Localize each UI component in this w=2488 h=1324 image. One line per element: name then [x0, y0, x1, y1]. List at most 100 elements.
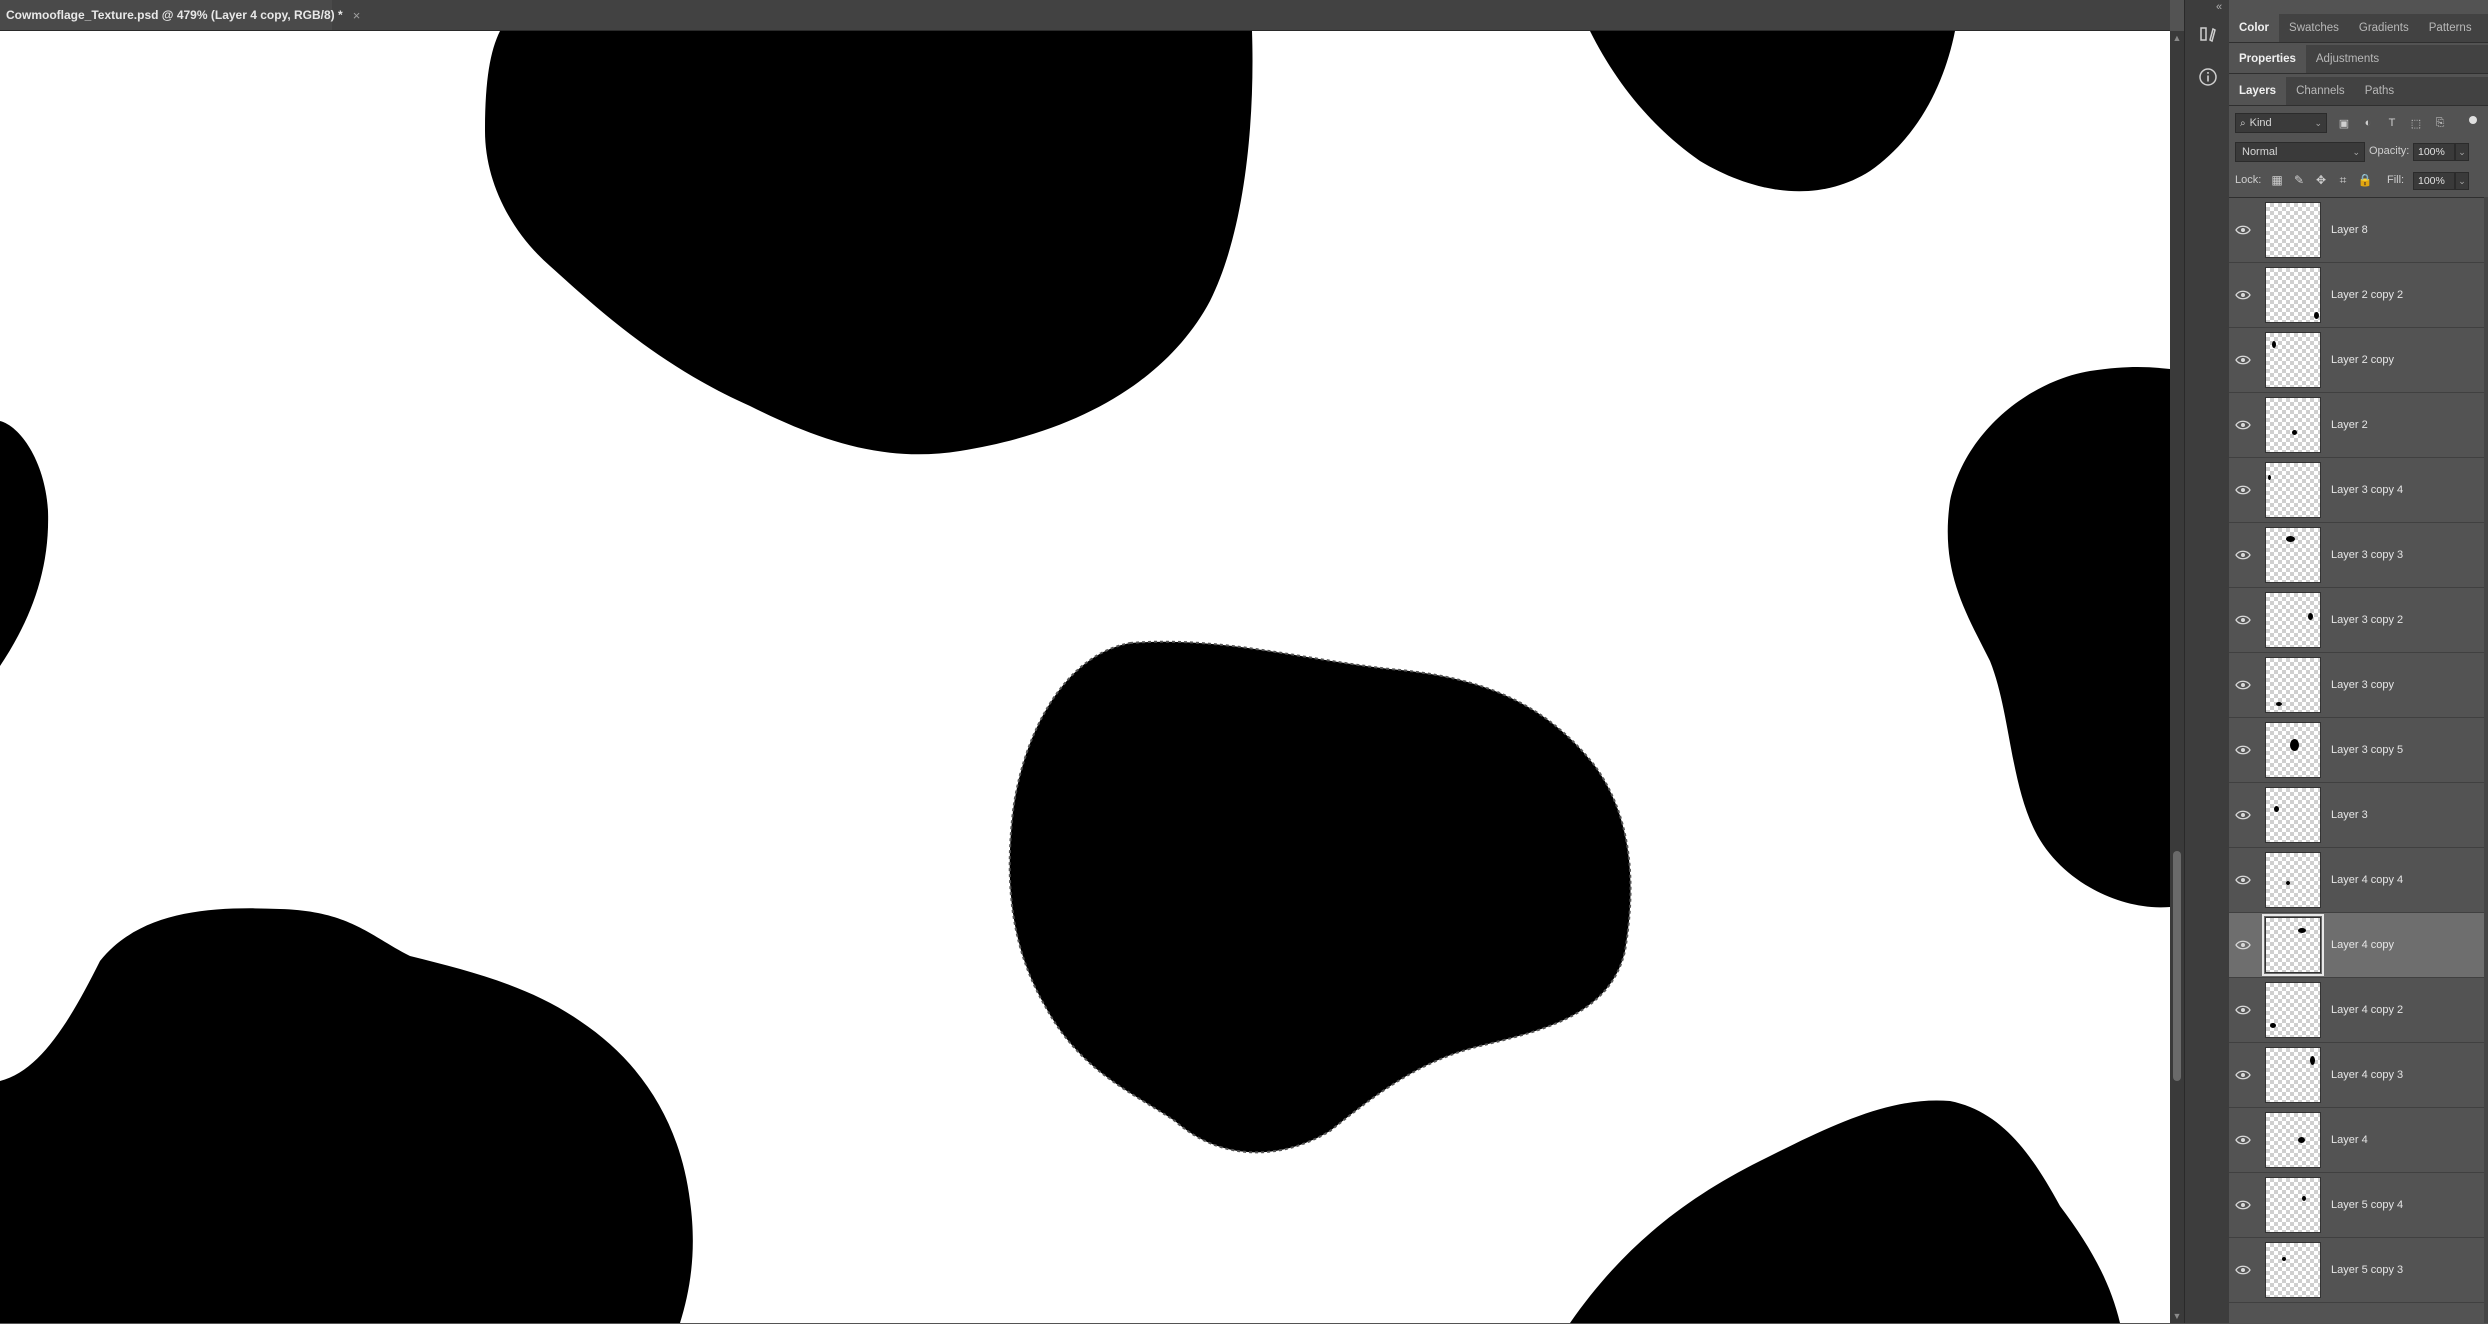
eye-icon[interactable]: [2229, 679, 2257, 691]
layer-row[interactable]: Layer 4: [2229, 1108, 2488, 1173]
eye-icon[interactable]: [2229, 1069, 2257, 1081]
eye-icon[interactable]: [2229, 744, 2257, 756]
scroll-down-icon[interactable]: ▼: [2170, 1309, 2184, 1323]
document-tab[interactable]: Cowmooflage_Texture.psd @ 479% (Layer 4 …: [0, 0, 360, 30]
color-panel-tabs: Color Swatches Gradients Patterns: [2229, 14, 2488, 43]
layer-thumbnail: [2265, 267, 2321, 323]
layer-filter-select[interactable]: ⌕ Kind ⌄: [2235, 113, 2327, 133]
shape-filter-icon[interactable]: ⬚: [2407, 113, 2425, 133]
brush-settings-icon[interactable]: [2195, 22, 2221, 48]
eye-icon[interactable]: [2229, 354, 2257, 366]
lock-icons: ▦ ✎ ✥ ⌗ 🔒: [2269, 172, 2373, 188]
layer-thumbnail: [2265, 657, 2321, 713]
tab-paths[interactable]: Paths: [2355, 77, 2404, 105]
layer-name: Layer 3 copy 3: [2331, 549, 2404, 561]
cow-spot-top: [485, 31, 1253, 455]
cow-spot-top-right: [1590, 31, 1955, 192]
tab-adjustments[interactable]: Adjustments: [2306, 45, 2389, 73]
layer-name: Layer 5 copy 4: [2331, 1199, 2404, 1211]
scroll-up-icon[interactable]: ▲: [2170, 31, 2184, 45]
fill-field[interactable]: 100%: [2413, 172, 2455, 190]
lock-all-icon[interactable]: 🔒: [2357, 172, 2373, 188]
layer-thumbnail: [2265, 527, 2321, 583]
eye-icon[interactable]: [2229, 874, 2257, 886]
eye-icon[interactable]: [2229, 614, 2257, 626]
layer-row[interactable]: Layer 2 copy: [2229, 328, 2488, 393]
layer-name: Layer 4 copy 2: [2331, 1004, 2404, 1016]
opacity-field[interactable]: 100%: [2413, 143, 2455, 161]
canvas-artwork: [0, 31, 2170, 1323]
layer-thumbnail: [2265, 1112, 2321, 1168]
layer-name: Layer 8: [2331, 224, 2368, 236]
tab-layers[interactable]: Layers: [2229, 77, 2287, 105]
eye-icon[interactable]: [2229, 1004, 2257, 1016]
layer-thumbnail: [2265, 397, 2321, 453]
layer-row[interactable]: Layer 4 copy 2: [2229, 978, 2488, 1043]
tab-color[interactable]: Color: [2229, 14, 2280, 42]
layer-thumbnail: [2265, 852, 2321, 908]
eye-icon[interactable]: [2229, 289, 2257, 301]
layer-name: Layer 4 copy 4: [2331, 874, 2404, 886]
tab-gradients[interactable]: Gradients: [2349, 14, 2419, 42]
layer-row[interactable]: Layer 3 copy 4: [2229, 458, 2488, 523]
collapse-panels-icon[interactable]: «: [2212, 0, 2226, 14]
lock-position-icon[interactable]: ✥: [2313, 172, 2329, 188]
layer-row[interactable]: Layer 5 copy 4: [2229, 1173, 2488, 1238]
layer-name: Layer 3 copy: [2331, 679, 2394, 691]
layer-row[interactable]: Layer 5 copy 3: [2229, 1238, 2488, 1303]
canvas-scrollbar[interactable]: ▲ ▼: [2170, 31, 2184, 1323]
tab-swatches[interactable]: Swatches: [2279, 14, 2349, 42]
layers-list[interactable]: Layer 8 Layer 2 copy 2 Layer 2 copy Laye…: [2229, 197, 2488, 1324]
lock-artboard-icon[interactable]: ⌗: [2335, 172, 2351, 188]
layer-thumbnail: [2265, 1177, 2321, 1233]
lock-label: Lock:: [2235, 174, 2262, 186]
layer-row[interactable]: Layer 2: [2229, 393, 2488, 458]
tab-properties[interactable]: Properties: [2229, 45, 2306, 73]
panel-icon-strip: [2184, 0, 2230, 1323]
eye-icon[interactable]: [2229, 419, 2257, 431]
tab-patterns[interactable]: Patterns: [2419, 14, 2482, 42]
eye-icon[interactable]: [2229, 1264, 2257, 1276]
layer-row[interactable]: Layer 3 copy 3: [2229, 523, 2488, 588]
layer-row-selected[interactable]: Layer 4 copy: [2229, 913, 2488, 978]
lock-transparent-pixels-icon[interactable]: ▦: [2269, 172, 2285, 188]
layer-row[interactable]: Layer 4 copy 3: [2229, 1043, 2488, 1108]
layer-row[interactable]: Layer 3 copy 5: [2229, 718, 2488, 783]
eye-icon[interactable]: [2229, 549, 2257, 561]
lock-image-pixels-icon[interactable]: ✎: [2291, 172, 2307, 188]
document-title: Cowmooflage_Texture.psd @ 479% (Layer 4 …: [6, 8, 343, 22]
fill-label: Fill:: [2387, 174, 2405, 186]
canvas[interactable]: [0, 31, 2170, 1323]
opacity-dropdown-icon[interactable]: ⌄: [2455, 143, 2469, 161]
blend-mode-select[interactable]: Normal ⌄: [2235, 142, 2365, 162]
type-filter-icon[interactable]: T: [2383, 113, 2401, 133]
tab-channels[interactable]: Channels: [2286, 77, 2355, 105]
layer-row[interactable]: Layer 2 copy 2: [2229, 263, 2488, 328]
layer-row[interactable]: Layer 4 copy 4: [2229, 848, 2488, 913]
layer-row[interactable]: Layer 8: [2229, 198, 2488, 263]
pixel-filter-icon[interactable]: ▣: [2335, 113, 2353, 133]
close-icon[interactable]: ×: [353, 8, 361, 23]
cow-spot-right: [1947, 367, 2170, 908]
info-icon[interactable]: [2195, 64, 2221, 90]
layer-thumbnail: [2265, 722, 2321, 778]
layer-row[interactable]: Layer 3: [2229, 783, 2488, 848]
fill-dropdown-icon[interactable]: ⌄: [2455, 172, 2469, 190]
layer-thumbnail: [2265, 1242, 2321, 1298]
layer-thumbnail: [2265, 592, 2321, 648]
layer-thumbnail: [2265, 202, 2321, 258]
eye-icon[interactable]: [2229, 809, 2257, 821]
eye-icon[interactable]: [2229, 1134, 2257, 1146]
adjustment-filter-icon[interactable]: ◐: [2359, 113, 2377, 133]
eye-icon[interactable]: [2229, 939, 2257, 951]
layer-row[interactable]: Layer 3 copy 2: [2229, 588, 2488, 653]
layer-row[interactable]: Layer 3 copy: [2229, 653, 2488, 718]
smart-object-filter-icon[interactable]: ⎘: [2431, 113, 2449, 133]
scrollbar-thumb[interactable]: [2173, 851, 2181, 1081]
eye-icon[interactable]: [2229, 1199, 2257, 1211]
eye-icon[interactable]: [2229, 224, 2257, 236]
cow-spot-center: [1008, 640, 1632, 1154]
eye-icon[interactable]: [2229, 484, 2257, 496]
layers-scrollbar[interactable]: [2484, 197, 2488, 1323]
filter-toggle-icon[interactable]: [2467, 113, 2479, 125]
